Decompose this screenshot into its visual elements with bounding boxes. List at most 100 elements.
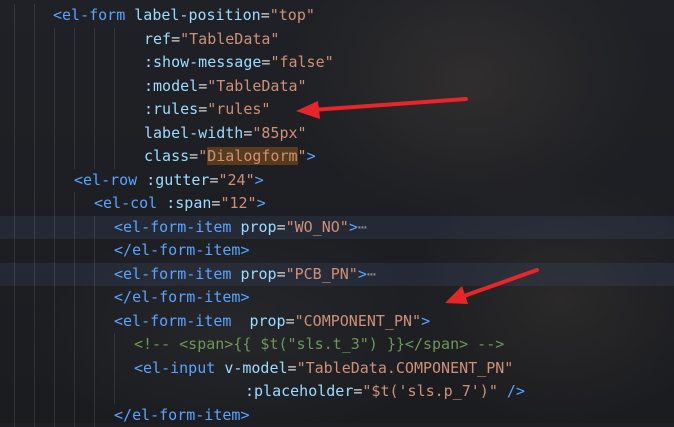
code-line[interactable]: ref="TableData" bbox=[0, 28, 674, 52]
code-line[interactable]: <el-form-item prop="WO_NO">⋯ bbox=[0, 216, 674, 240]
code-text: <!-- <span>{{ $t("sls.t_3") }}</span> --… bbox=[134, 333, 504, 357]
indent-guide bbox=[74, 192, 75, 216]
token-punct bbox=[215, 359, 224, 377]
indent-guide bbox=[74, 357, 75, 381]
indent-guide bbox=[54, 51, 55, 75]
token-str: "12" bbox=[220, 194, 256, 212]
token-attr: :span bbox=[166, 194, 211, 212]
code-line[interactable]: </el-form-item> bbox=[0, 286, 674, 310]
indent-guide bbox=[74, 122, 75, 146]
indent-guide bbox=[14, 286, 15, 310]
token-punct bbox=[157, 194, 166, 212]
indent-guide bbox=[74, 380, 75, 404]
code-line[interactable]: :placeholder="$t('sls.p_7')" /> bbox=[0, 380, 674, 404]
indent-guide bbox=[74, 75, 75, 99]
indent-guide bbox=[74, 28, 75, 52]
indent-guide bbox=[94, 380, 95, 404]
token-fold[interactable]: ⋯ bbox=[367, 265, 376, 283]
indent-guide bbox=[14, 145, 15, 169]
code-line[interactable]: :show-message="false" bbox=[0, 51, 674, 75]
token-str: "rules" bbox=[207, 100, 270, 118]
indent-guide bbox=[34, 310, 35, 334]
indent-guide bbox=[34, 357, 35, 381]
token-tag: < bbox=[74, 171, 83, 189]
indent-guide bbox=[54, 333, 55, 357]
token-punct bbox=[231, 312, 249, 330]
token-str: "PCB_PN" bbox=[286, 265, 358, 283]
token-attr: label-position bbox=[134, 6, 260, 24]
token-tag: </ bbox=[114, 241, 132, 259]
indent-guide bbox=[14, 357, 15, 381]
token-tag: </ bbox=[114, 406, 132, 424]
code-line[interactable]: class="Dialogform"> bbox=[0, 145, 674, 169]
code-editor[interactable]: <el-form label-position="top"ref="TableD… bbox=[0, 0, 674, 423]
token-tagname: el-form-item bbox=[123, 265, 231, 283]
token-punct bbox=[498, 382, 507, 400]
indent-guide bbox=[54, 28, 55, 52]
indent-guide bbox=[54, 286, 55, 310]
token-tag: > bbox=[257, 194, 266, 212]
token-tag: < bbox=[114, 218, 123, 236]
token-tag: < bbox=[114, 265, 123, 283]
code-text: ref="TableData" bbox=[144, 28, 279, 52]
token-eq: = bbox=[277, 265, 286, 283]
token-fold[interactable]: ⋯ bbox=[358, 218, 367, 236]
token-eq: = bbox=[198, 100, 207, 118]
code-line[interactable]: <el-form label-position="top" bbox=[0, 4, 674, 28]
token-str: "TableData.COMPONENT_PN" bbox=[297, 359, 514, 377]
code-line[interactable]: <el-form-item prop="COMPONENT_PN"> bbox=[0, 310, 674, 334]
token-str: " bbox=[198, 147, 207, 165]
code-line[interactable]: <el-input v-model="TableData.COMPONENT_P… bbox=[0, 357, 674, 381]
token-eq: = bbox=[198, 77, 207, 95]
code-line[interactable]: <el-form-item prop="PCB_PN">⋯ bbox=[0, 263, 674, 287]
indent-guide bbox=[94, 28, 95, 52]
indent-guide bbox=[34, 380, 35, 404]
code-text: <el-form-item prop="PCB_PN">⋯ bbox=[114, 263, 376, 287]
token-attr: :placeholder bbox=[245, 382, 353, 400]
token-attr: :model bbox=[144, 77, 198, 95]
indent-guide bbox=[74, 51, 75, 75]
indent-guide bbox=[14, 216, 15, 240]
indent-guide bbox=[54, 310, 55, 334]
code-line[interactable]: </el-form-item> bbox=[0, 239, 674, 263]
indent-guide bbox=[34, 28, 35, 52]
code-line[interactable]: </el-form-item> bbox=[0, 404, 674, 427]
token-attr: :rules bbox=[144, 100, 198, 118]
token-str: "24" bbox=[219, 171, 255, 189]
indent-guide bbox=[114, 28, 115, 52]
token-tag: > bbox=[358, 265, 367, 283]
indent-guide bbox=[94, 263, 95, 287]
indent-guide bbox=[74, 145, 75, 169]
indent-guide bbox=[14, 380, 15, 404]
code-text: <el-col :span="12"> bbox=[94, 192, 266, 216]
token-eq: = bbox=[209, 171, 218, 189]
indent-guide bbox=[94, 98, 95, 122]
token-tagname: el-form bbox=[62, 6, 125, 24]
token-tag: < bbox=[134, 359, 143, 377]
token-attr: ref bbox=[144, 30, 171, 48]
code-text: </el-form-item> bbox=[114, 286, 249, 310]
code-line[interactable]: label-width="85px" bbox=[0, 122, 674, 146]
token-tagname: el-input bbox=[143, 359, 215, 377]
indent-guide bbox=[14, 51, 15, 75]
code-text: :placeholder="$t('sls.p_7')" /> bbox=[245, 380, 525, 404]
token-tagname: el-form-item bbox=[123, 312, 231, 330]
token-str: "TableData" bbox=[207, 77, 306, 95]
token-str: "$t('sls.p_7')" bbox=[362, 382, 497, 400]
indent-guide bbox=[34, 333, 35, 357]
token-tagname: el-col bbox=[103, 194, 157, 212]
indent-guide bbox=[94, 75, 95, 99]
indent-guide bbox=[74, 404, 75, 427]
code-line[interactable]: <el-col :span="12"> bbox=[0, 192, 674, 216]
code-line[interactable]: <el-row :gutter="24"> bbox=[0, 169, 674, 193]
code-text: :rules="rules" bbox=[144, 98, 270, 122]
token-punct bbox=[137, 171, 146, 189]
indent-guide bbox=[114, 145, 115, 169]
indent-guide bbox=[54, 122, 55, 146]
indent-guide bbox=[34, 4, 35, 28]
code-line[interactable]: :model="TableData" bbox=[0, 75, 674, 99]
indent-guide bbox=[94, 310, 95, 334]
token-eq: = bbox=[286, 312, 295, 330]
code-line[interactable]: <!-- <span>{{ $t("sls.t_3") }}</span> --… bbox=[0, 333, 674, 357]
code-line[interactable]: :rules="rules" bbox=[0, 98, 674, 122]
